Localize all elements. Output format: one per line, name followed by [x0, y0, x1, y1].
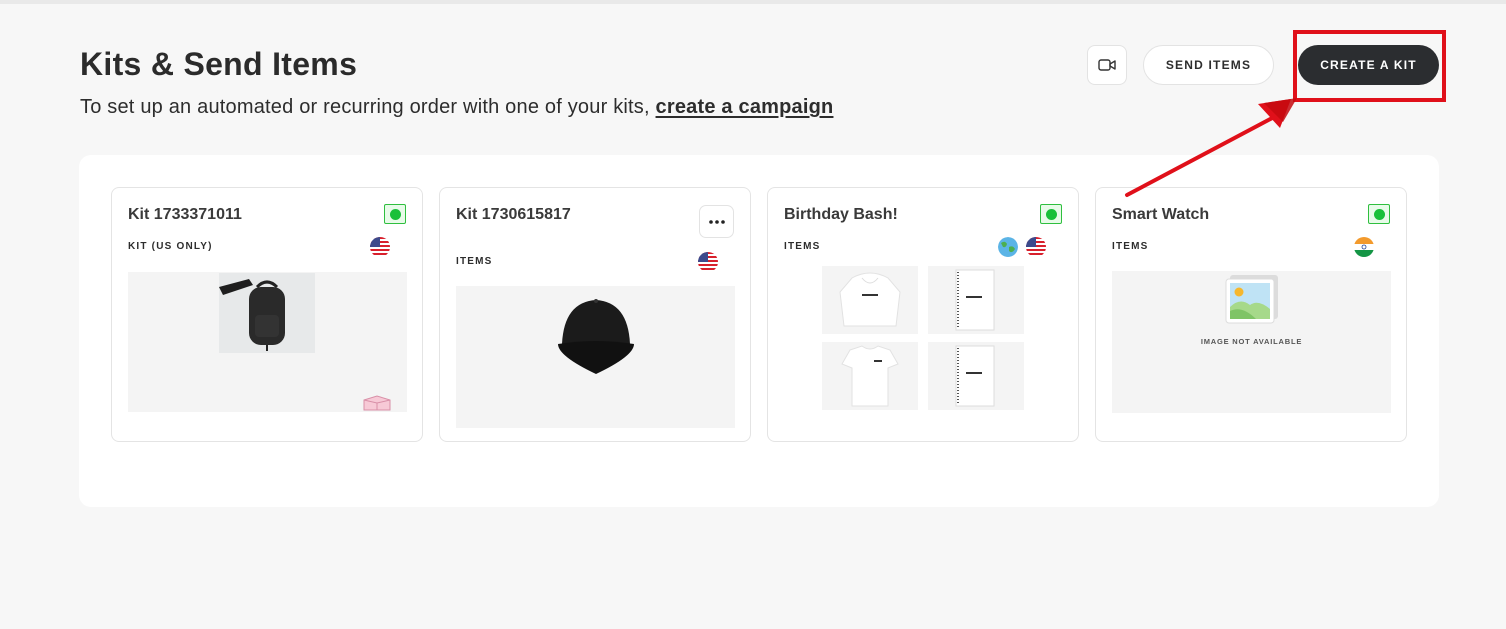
annotation-arrow [1125, 98, 1297, 197]
